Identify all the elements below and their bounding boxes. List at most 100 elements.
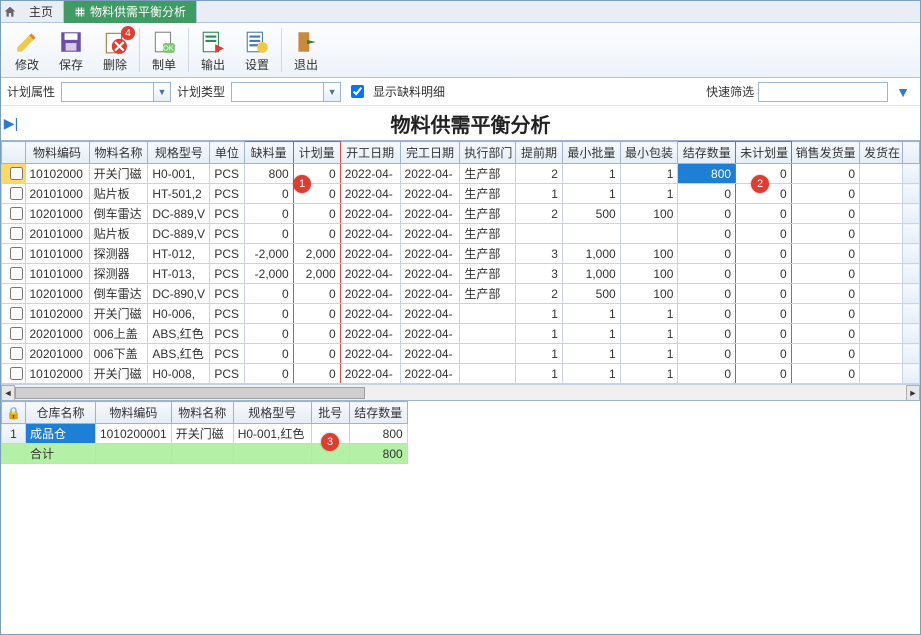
cell[interactable]: HT-012, [148,244,210,264]
cell[interactable]: 开关门磁 [171,424,233,444]
cell[interactable]: 2022-04- [340,324,400,344]
cell[interactable]: 2022-04- [400,264,460,284]
cell[interactable]: 2 [515,204,562,224]
cell[interactable]: 0 [736,304,792,324]
col-header[interactable]: 计划量 [293,142,340,164]
scroll-right-icon[interactable]: ► [906,385,920,401]
cell[interactable]: 1 [515,364,562,384]
cell[interactable]: 0 [678,284,736,304]
cell[interactable]: 1 [620,344,678,364]
row-checkbox[interactable] [10,307,23,320]
cell[interactable]: 1,000 [562,244,620,264]
cell[interactable]: 0 [293,304,340,324]
cell[interactable]: 0 [791,304,859,324]
cell[interactable]: 10101000 [25,264,89,284]
cell[interactable]: 2022-04- [340,364,400,384]
make-button[interactable]: OK 制单 [142,24,186,76]
cell[interactable]: 1 [515,344,562,364]
cell[interactable]: 20101000 [25,184,89,204]
plan-attr-dropdown[interactable]: ▼ [61,82,171,102]
cell[interactable]: 2022-04- [340,244,400,264]
cell[interactable]: 2022-04- [400,184,460,204]
cell[interactable]: 2022-04- [340,204,400,224]
cell[interactable]: 0 [678,344,736,364]
cell[interactable]: PCS [210,364,244,384]
cell[interactable]: 探测器 [89,244,148,264]
row-checkbox[interactable] [10,207,23,220]
cell[interactable]: 2,000 [293,244,340,264]
cell[interactable]: 0 [791,224,859,244]
cell[interactable]: 成品仓 [25,424,95,444]
cell[interactable]: 2022-04- [400,304,460,324]
cell[interactable]: PCS [210,324,244,344]
home-icon[interactable] [1,5,19,19]
cell[interactable]: 0 [678,304,736,324]
cell[interactable]: 1 [562,324,620,344]
cell[interactable]: 0 [244,324,293,344]
cell[interactable]: 0 [244,304,293,324]
cell[interactable]: 2022-04- [400,164,460,184]
settings-button[interactable]: 设置 [235,24,279,76]
cell[interactable]: 1 [562,344,620,364]
nav-next-icon[interactable]: ▶| [1,115,21,132]
cell[interactable]: 0 [736,344,792,364]
row-checkbox[interactable] [10,247,23,260]
col-header[interactable]: 缺料量 [244,142,293,164]
cell[interactable]: 2022-04- [400,344,460,364]
col-header[interactable]: 发货在 [860,142,903,164]
row-checkbox[interactable] [10,187,23,200]
cell[interactable]: 3 [515,264,562,284]
row-checkbox[interactable] [10,267,23,280]
cell[interactable]: 1 [562,164,620,184]
cell[interactable]: 0 [791,344,859,364]
cell[interactable]: 10201000 [25,204,89,224]
table-row[interactable]: 20101000贴片板DC-889,VPCS002022-04-2022-04-… [2,224,920,244]
cell[interactable]: DC-889,V [148,204,210,224]
cell[interactable]: 3 [515,244,562,264]
cell[interactable]: 2022-04- [400,364,460,384]
cell[interactable]: 2022-04- [340,264,400,284]
col-header[interactable]: 仓库名称 [25,402,95,424]
cell[interactable]: 500 [562,284,620,304]
scroll-thumb[interactable] [15,387,365,399]
cell[interactable]: 0 [791,244,859,264]
cell[interactable]: 0 [736,204,792,224]
tab-analysis[interactable]: 物料供需平衡分析 [64,1,197,23]
table-row[interactable]: 10102000开关门磁H0-008,PCS002022-04-2022-04-… [2,364,920,384]
cell[interactable]: 100 [620,244,678,264]
cell[interactable]: 10101000 [25,244,89,264]
cell[interactable]: 0 [293,204,340,224]
row-checkbox[interactable] [10,287,23,300]
cell[interactable]: 0 [736,244,792,264]
cell[interactable]: 生产部 [460,244,516,264]
cell[interactable]: 500 [562,204,620,224]
cell[interactable]: 生产部 [460,284,516,304]
cell[interactable]: 生产部 [460,164,516,184]
cell[interactable]: 0 [736,264,792,284]
cell[interactable]: 0 [678,244,736,264]
cell[interactable]: 0 [678,224,736,244]
cell[interactable]: 800 [349,424,407,444]
cell[interactable]: 1 [562,184,620,204]
col-header[interactable]: 结存数量 [678,142,736,164]
cell[interactable]: PCS [210,204,244,224]
cell[interactable]: 006下盖 [89,344,148,364]
plan-type-input[interactable] [231,82,323,102]
cell[interactable]: 2022-04- [400,224,460,244]
cell[interactable]: 10102000 [25,364,89,384]
col-header[interactable]: 提前期 [515,142,562,164]
col-header[interactable]: 最小包装 [620,142,678,164]
cell[interactable]: 2022-04- [400,204,460,224]
funnel-icon[interactable]: ▼ [892,84,914,100]
cell[interactable]: 2022-04- [400,244,460,264]
cell[interactable]: 0 [244,364,293,384]
cell[interactable]: 1 [620,164,678,184]
cell[interactable]: DC-889,V [148,224,210,244]
cell[interactable]: 20201000 [25,344,89,364]
col-header[interactable]: 规格型号 [148,142,210,164]
cell[interactable]: 0 [678,204,736,224]
row-checkbox[interactable] [10,167,23,180]
table-row[interactable]: 10101000探测器HT-013,PCS-2,0002,0002022-04-… [2,264,920,284]
cell[interactable]: PCS [210,304,244,324]
cell[interactable]: 10102000 [25,164,89,184]
